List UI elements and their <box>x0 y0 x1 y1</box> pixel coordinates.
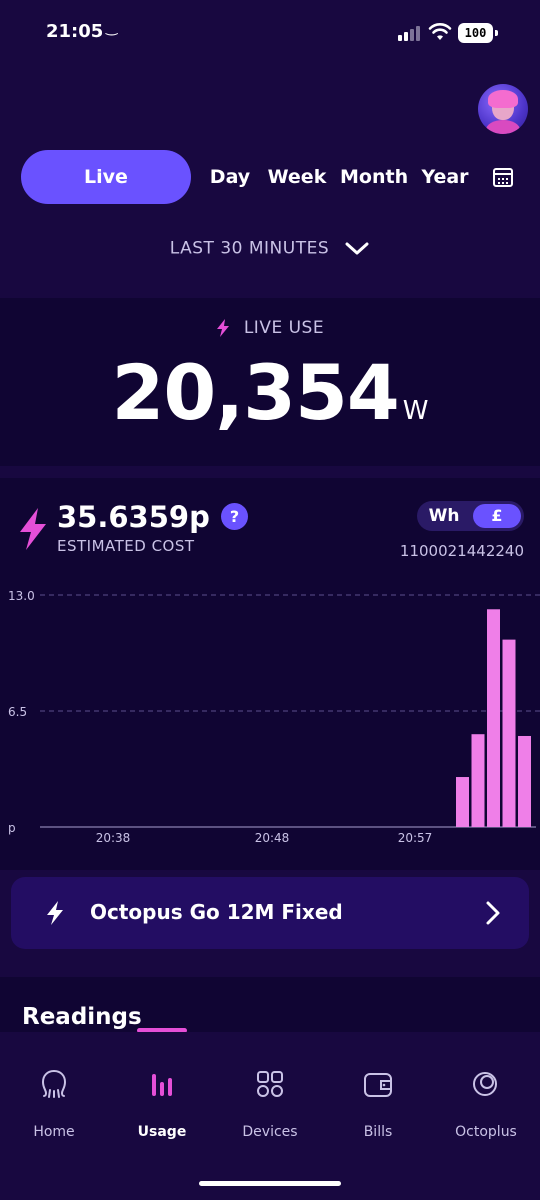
calendar-icon[interactable] <box>493 168 513 187</box>
lightning-icon <box>20 508 46 550</box>
range-label: LAST 30 MINUTES <box>169 238 330 259</box>
live-use-label: LIVE USE <box>243 318 325 338</box>
unit-wh-option[interactable]: Wh <box>417 501 471 531</box>
nav-label: Home <box>33 1124 75 1140</box>
nav-usage[interactable]: Usage <box>108 1032 216 1162</box>
estimated-cost-value: 35.6359p <box>57 500 210 534</box>
nav-label: Octoplus <box>455 1124 517 1140</box>
live-use-value: 20,354 <box>111 348 400 437</box>
tariff-name: Octopus Go 12M Fixed <box>90 900 343 924</box>
readings-title: Readings <box>22 1004 142 1030</box>
chart-bar <box>502 639 516 827</box>
tariff-card[interactable]: Octopus Go 12M Fixed <box>11 877 529 949</box>
estimated-cost-label: ESTIMATED COST <box>57 537 195 555</box>
x-tick-label: 20:57 <box>398 831 433 845</box>
period-tabs: Live Day Week Month Year <box>0 150 540 206</box>
battery-indicator: 100 <box>458 23 498 43</box>
status-bar: 21:05 ‿ 100 <box>0 0 540 66</box>
unit-gbp-option[interactable]: £ <box>473 504 521 528</box>
avatar[interactable] <box>478 84 528 134</box>
tab-week[interactable]: Week <box>264 150 330 204</box>
live-use-unit: W <box>402 396 429 426</box>
wallet-icon <box>364 1073 392 1097</box>
nav-devices[interactable]: Devices <box>216 1032 324 1162</box>
x-tick-label: 20:48 <box>255 831 290 845</box>
coin-icon <box>473 1072 497 1096</box>
meter-id: 1100021442240 <box>399 542 524 560</box>
unit-toggle[interactable]: Wh £ <box>417 501 524 531</box>
lightning-icon <box>216 319 229 337</box>
usage-chart: 13.0 6.5 p 20:38 20:48 20:57 <box>8 589 540 845</box>
chart-bar <box>456 777 469 827</box>
chevron-right-icon <box>486 901 500 925</box>
tab-day[interactable]: Day <box>208 150 252 204</box>
chart-bar <box>518 735 531 827</box>
nav-octoplus[interactable]: Octoplus <box>432 1032 540 1162</box>
nav-label: Bills <box>363 1124 393 1140</box>
status-time: 21:05 <box>46 21 104 42</box>
nav-label: Usage <box>137 1124 187 1140</box>
y-tick-label: 13.0 <box>8 589 35 603</box>
home-indicator <box>199 1181 341 1186</box>
lightning-icon <box>47 901 63 925</box>
help-button[interactable]: ? <box>221 503 248 530</box>
nav-home[interactable]: Home <box>0 1032 108 1162</box>
y-tick-label: 6.5 <box>8 705 27 719</box>
octopus-icon <box>41 1070 67 1098</box>
chart-bar <box>471 734 485 827</box>
nav-bills[interactable]: Bills <box>324 1032 432 1162</box>
range-selector[interactable]: LAST 30 MINUTES <box>0 238 540 259</box>
chevron-down-icon <box>345 242 369 254</box>
bottom-nav: Home Usage Devices Bills Octoplus <box>0 1032 540 1200</box>
moon-icon: ‿ <box>106 20 118 36</box>
nav-label: Devices <box>242 1124 298 1140</box>
cellular-signal-icon <box>398 25 422 41</box>
tab-live[interactable]: Live <box>21 150 191 204</box>
live-use-card: LIVE USE 20,354 W <box>0 298 540 466</box>
chart-bar <box>487 609 500 827</box>
live-use-heading: LIVE USE <box>0 318 540 338</box>
x-tick-label: 20:38 <box>96 831 131 845</box>
tab-month[interactable]: Month <box>340 150 408 204</box>
grid-icon <box>257 1071 283 1097</box>
bar-chart-icon <box>152 1074 172 1096</box>
wifi-icon <box>428 23 452 40</box>
y-tick-label: p <box>8 821 16 835</box>
tab-year[interactable]: Year <box>420 150 470 204</box>
